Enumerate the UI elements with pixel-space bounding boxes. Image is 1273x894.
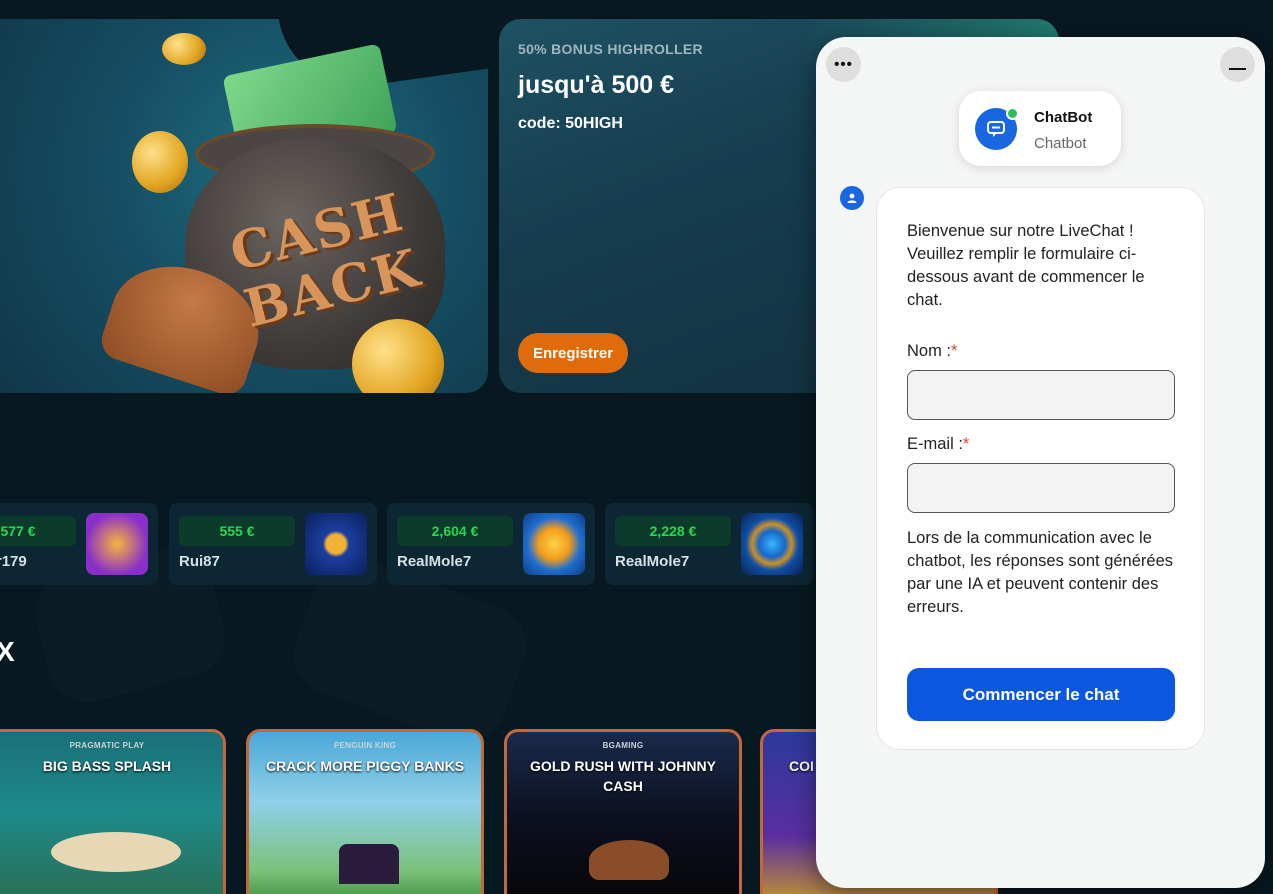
email-field-label: E-mail :* — [907, 435, 969, 454]
game-title: CRACK MORE PIGGY BANKS — [265, 758, 465, 774]
section-title: X — [0, 636, 15, 667]
win-amount: 2,604 € — [397, 516, 513, 546]
treasure-chest-game-thumbnail[interactable] — [86, 513, 148, 575]
winner-card[interactable]: 555 € Rui87 — [169, 503, 377, 585]
email-label-text: E-mail : — [907, 435, 963, 453]
welcome-form-card: Bienvenue sur notre LiveChat ! Veuillez … — [876, 187, 1205, 750]
clover-game-thumbnail[interactable] — [523, 513, 585, 575]
name-label-text: Nom : — [907, 342, 952, 360]
bot-header: ChatBot Chatbot — [959, 91, 1121, 166]
top-hat-art — [339, 844, 399, 884]
game-provider: PENGUIN KING — [333, 741, 397, 750]
register-button[interactable]: Enregistrer — [518, 333, 629, 373]
winner-name: Rui87 — [179, 553, 220, 570]
fisherman-hat-art — [51, 832, 181, 872]
winner-name: RealMole7 — [615, 553, 690, 570]
winner-name: RealMole7 — [397, 553, 472, 570]
name-input[interactable] — [907, 370, 1175, 420]
start-chat-button[interactable]: Commencer le chat — [907, 668, 1175, 721]
coin-icon — [352, 319, 444, 393]
game-title: BIG BASS SPLASH — [42, 758, 172, 774]
game-title: GOLD RUSH WITH JOHNNY CASH — [530, 758, 716, 794]
game-card[interactable]: PENGUIN KING CRACK MORE PIGGY BANKS — [246, 729, 484, 894]
winner-card[interactable]: 577 € Jarter179 — [0, 503, 158, 585]
email-input[interactable] — [907, 463, 1175, 513]
game-card[interactable]: BGAMING GOLD RUSH WITH JOHNNY CASH — [504, 729, 742, 894]
portal-game-thumbnail[interactable] — [741, 513, 803, 575]
game-provider: BGAMING — [602, 741, 644, 750]
coin-icon — [162, 33, 206, 65]
promo-subtitle: 50% BONUS HIGHROLLER — [518, 41, 703, 57]
winner-card[interactable]: 2,228 € RealMole7 — [605, 503, 813, 585]
coin-icon — [132, 131, 188, 193]
minimize-button[interactable] — [1220, 47, 1255, 82]
promo-code: code: 50HIGH — [518, 115, 623, 132]
lightning-coin-game-thumbnail[interactable] — [305, 513, 367, 575]
game-card[interactable]: PRAGMATIC PLAY BIG BASS SPLASH — [0, 729, 226, 894]
required-marker: * — [962, 435, 970, 453]
winner-card[interactable]: 2,604 € RealMole7 — [387, 503, 595, 585]
win-amount: 555 € — [179, 516, 295, 546]
user-icon — [840, 186, 864, 210]
welcome-message: Bienvenue sur notre LiveChat ! Veuillez … — [907, 222, 1145, 309]
game-provider: PRAGMATIC PLAY — [69, 741, 145, 750]
ai-disclaimer: Lors de la communication avec le chatbot… — [907, 529, 1174, 616]
chat-menu-button[interactable]: ••• — [826, 47, 861, 82]
name-field-label: Nom :* — [907, 342, 957, 361]
livechat-widget: ••• ChatBot Chatbot Bienvenue sur notre … — [816, 37, 1265, 888]
promo-title: jusqu'à 500 € — [518, 71, 675, 99]
win-amount: 577 € — [0, 516, 76, 546]
cowboy-hat-art — [589, 840, 669, 880]
required-marker: * — [951, 342, 958, 360]
win-amount: 2,228 € — [615, 516, 731, 546]
winner-name: Jarter179 — [0, 553, 27, 570]
online-status-dot — [1006, 107, 1019, 120]
bot-role: Chatbot — [1034, 135, 1087, 152]
minimize-icon — [1229, 68, 1246, 70]
cashback-banner[interactable]: CASH BACK — [0, 19, 488, 393]
bot-name: ChatBot — [1034, 109, 1093, 126]
